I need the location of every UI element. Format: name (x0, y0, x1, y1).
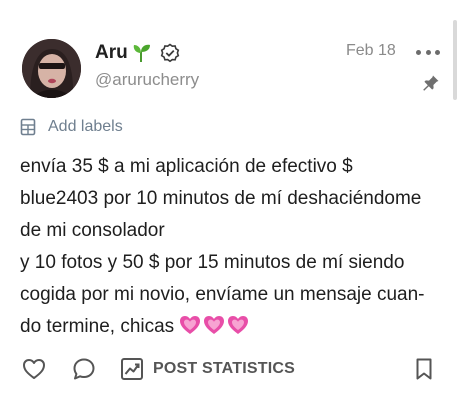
post-actions-bar: POST STATISTICS (0, 353, 460, 385)
author-handle[interactable]: @arurucherry (95, 70, 199, 90)
body-line: blue2403 por 10 minutos de mí deshaciénd… (20, 188, 422, 209)
add-labels-button[interactable]: Add labels (20, 116, 123, 138)
body-line: envía 35 $ a mi aplicación de efectivo $ (20, 156, 353, 177)
stats-chart-icon[interactable] (120, 357, 144, 381)
sparkling-heart-icon (228, 316, 249, 334)
post-body: envía 35 $ a mi aplicación de efectivo $… (20, 151, 440, 343)
bookmark-icon[interactable] (412, 357, 436, 381)
verified-badge-icon[interactable] (160, 43, 180, 63)
body-line: y 10 fotos y 50 $ por 15 minutos de mí s… (20, 252, 405, 273)
post-date: Feb 18 (346, 42, 396, 59)
heart-icon[interactable] (22, 357, 46, 381)
author-row: Aru (95, 40, 180, 66)
labels-icon (20, 118, 36, 136)
comment-icon[interactable] (72, 357, 96, 381)
body-line: cogida por mi novio, envíame un mensaje … (20, 284, 425, 305)
pin-icon[interactable] (422, 74, 440, 92)
body-line: de mi consolador (20, 220, 165, 241)
add-labels-label: Add labels (48, 118, 123, 135)
scrollbar[interactable] (453, 20, 457, 100)
post-statistics-button[interactable]: POST STATISTICS (153, 360, 295, 378)
body-line: do termine, chicas (20, 316, 175, 337)
sprout-icon (132, 43, 152, 63)
sparkling-heart-icon (204, 316, 225, 334)
avatar-image (22, 39, 81, 98)
author-name[interactable]: Aru (95, 42, 128, 64)
sparkling-heart-icon (180, 316, 201, 334)
body-line-last: do termine, chicas (20, 311, 440, 343)
more-options-icon[interactable] (416, 43, 440, 61)
avatar[interactable] (22, 39, 81, 98)
post-card: Aru @arurucherry Feb 18 Add labels envía… (0, 0, 460, 394)
heart-emojis (179, 315, 249, 335)
